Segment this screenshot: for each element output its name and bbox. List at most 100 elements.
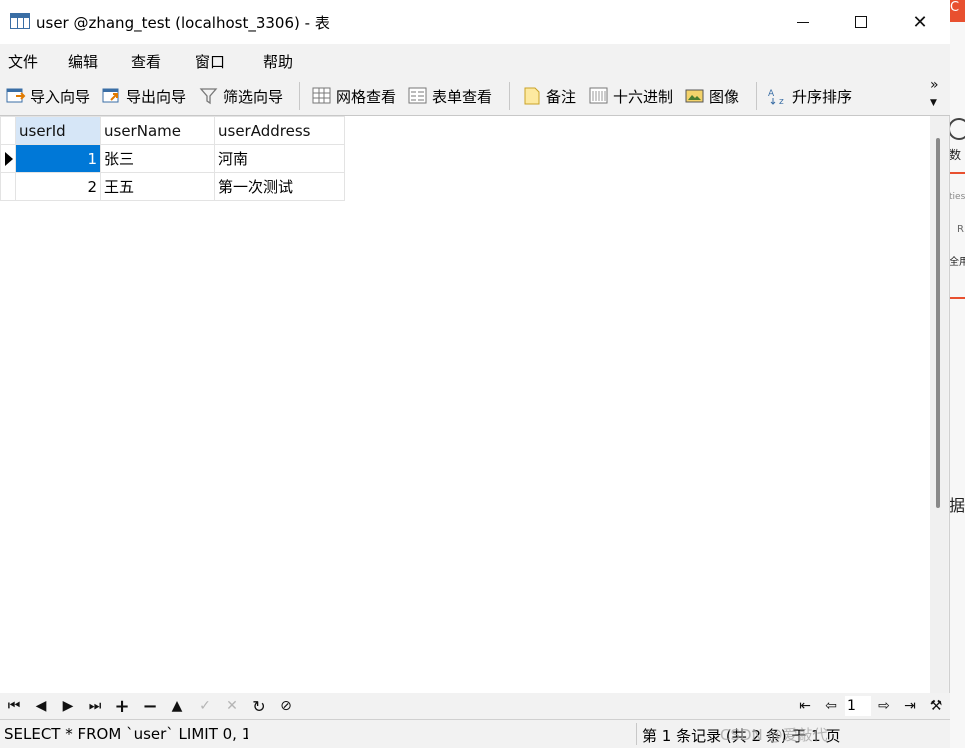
- background-divider: [948, 297, 965, 299]
- table-window: user @zhang_test (localhost_3306) - 表 ✕ …: [0, 0, 950, 748]
- hex-button[interactable]: 十六进制: [589, 84, 673, 108]
- vertical-scrollbar[interactable]: [930, 116, 948, 693]
- image-label: 图像: [709, 87, 740, 106]
- delete-record-button[interactable]: −: [140, 695, 160, 717]
- apply-changes-button[interactable]: ✓: [195, 696, 215, 716]
- column-header-userid[interactable]: userId: [15, 116, 101, 145]
- cross-icon: ✕: [226, 698, 238, 714]
- first-record-button[interactable]: ⏮: [4, 696, 24, 716]
- right-arrow-icon: ⇨: [878, 698, 890, 714]
- last-page-icon: ⇥: [904, 698, 916, 714]
- previous-page-button[interactable]: ⇦: [821, 696, 841, 716]
- background-divider: [948, 172, 965, 174]
- next-record-button[interactable]: ▶: [58, 696, 78, 716]
- chevron-double-right-icon: »: [930, 77, 939, 93]
- table-cell[interactable]: 河南: [214, 144, 345, 173]
- close-button[interactable]: ✕: [891, 0, 949, 44]
- row-header[interactable]: [0, 144, 16, 173]
- window-title: user @zhang_test (localhost_3306) - 表: [36, 14, 330, 32]
- menu-help[interactable]: 帮助: [263, 51, 293, 72]
- image-icon: [685, 87, 705, 105]
- toolbar-divider: [299, 82, 300, 110]
- export-wizard-label: 导出向导: [126, 87, 187, 106]
- menu-view[interactable]: 查看: [131, 51, 161, 72]
- minimize-button[interactable]: [774, 0, 832, 44]
- first-page-icon: ⇤: [799, 698, 811, 714]
- discard-changes-button[interactable]: ✕: [222, 696, 242, 716]
- table-cell[interactable]: 第一次测试: [214, 172, 345, 201]
- table-cell[interactable]: 1: [15, 144, 101, 173]
- previous-record-button[interactable]: ◀: [31, 696, 51, 716]
- menu-window[interactable]: 窗口: [195, 51, 225, 72]
- form-icon: [408, 87, 428, 105]
- toolbar-overflow-button[interactable]: » ▼: [930, 78, 939, 110]
- form-view-label: 表单查看: [432, 87, 493, 106]
- title-bar[interactable]: user @zhang_test (localhost_3306) - 表 ✕: [0, 0, 950, 44]
- maximize-button[interactable]: [832, 0, 890, 44]
- page-number-input[interactable]: [845, 696, 871, 716]
- toolbar-divider: [756, 82, 757, 110]
- export-wizard-button[interactable]: 导出向导: [102, 84, 186, 108]
- memo-button[interactable]: 备注: [522, 84, 576, 108]
- background-text: 数: [949, 148, 962, 162]
- table-row[interactable]: 1 张三 河南: [0, 144, 345, 173]
- current-row-arrow-icon: [5, 152, 13, 166]
- hex-label: 十六进制: [613, 87, 674, 106]
- row-header[interactable]: [0, 172, 16, 201]
- stop-icon: ⊘: [280, 698, 292, 714]
- background-window: C 数 ties R 全用 据: [948, 0, 965, 748]
- record-navigation-bar: ⏮ ◀ ▶ ⏭ + − ▲ ✓ ✕ ↻ ⊘ ⇤ ⇦ ⇨ ⇥ ⚒: [0, 693, 950, 719]
- close-icon: ✕: [912, 11, 928, 33]
- next-page-button[interactable]: ⇨: [874, 696, 894, 716]
- menu-edit[interactable]: 编辑: [68, 51, 98, 72]
- filter-wizard-label: 筛选向导: [223, 87, 284, 106]
- last-page-button[interactable]: ⇥: [900, 696, 920, 716]
- background-tab: C: [948, 0, 965, 22]
- form-view-button[interactable]: 表单查看: [408, 84, 492, 108]
- scrollbar-thumb[interactable]: [936, 138, 940, 508]
- grid-view-label: 网格查看: [336, 87, 397, 106]
- stop-button[interactable]: ⊘: [276, 696, 296, 716]
- edit-record-button[interactable]: ▲: [167, 696, 187, 716]
- previous-icon: ◀: [35, 698, 47, 714]
- hex-icon: [589, 87, 609, 105]
- page-settings-button[interactable]: ⚒: [926, 696, 946, 716]
- table-cell[interactable]: 2: [15, 172, 101, 201]
- menu-file[interactable]: 文件: [8, 51, 38, 72]
- minimize-icon: [797, 21, 809, 23]
- table-row[interactable]: 2 王五 第一次测试: [0, 172, 345, 201]
- table-icon: [10, 13, 30, 29]
- first-page-button[interactable]: ⇤: [795, 696, 815, 716]
- column-header-username[interactable]: userName: [100, 116, 215, 145]
- svg-text:z: z: [779, 97, 784, 105]
- next-icon: ▶: [62, 698, 74, 714]
- refresh-icon: ↻: [252, 696, 266, 716]
- memo-icon: [522, 87, 542, 105]
- filter-icon: [199, 87, 219, 105]
- left-arrow-icon: ⇦: [825, 698, 837, 714]
- sort-ascending-icon: Az: [768, 87, 788, 107]
- menu-bar: 文件 编辑 查看 窗口 帮助: [0, 44, 950, 76]
- table-cell[interactable]: 张三: [100, 144, 215, 173]
- data-grid[interactable]: userId userName userAddress 1 张三 河南 2 王五…: [0, 116, 930, 693]
- column-header-useraddress[interactable]: userAddress: [214, 116, 345, 145]
- plus-icon: +: [114, 695, 130, 717]
- minus-icon: −: [142, 695, 158, 717]
- add-record-button[interactable]: +: [112, 695, 132, 717]
- refresh-button[interactable]: ↻: [249, 696, 269, 716]
- export-icon: [102, 87, 122, 105]
- sort-ascending-button[interactable]: Az 升序排序: [768, 84, 852, 108]
- filter-wizard-button[interactable]: 筛选向导: [199, 84, 283, 108]
- status-divider: [636, 723, 637, 745]
- import-wizard-label: 导入向导: [30, 87, 91, 106]
- background-text: 全用: [949, 257, 965, 268]
- background-text: R: [957, 224, 964, 235]
- sort-ascending-label: 升序排序: [792, 87, 853, 106]
- sql-query-text: SELECT * FROM `user` LIMIT 0, 10: [4, 725, 248, 743]
- import-wizard-button[interactable]: 导入向导: [6, 84, 90, 108]
- image-button[interactable]: 图像: [685, 84, 739, 108]
- maximize-icon: [855, 16, 867, 28]
- grid-view-button[interactable]: 网格查看: [312, 84, 396, 108]
- table-cell[interactable]: 王五: [100, 172, 215, 201]
- last-record-button[interactable]: ⏭: [85, 696, 105, 716]
